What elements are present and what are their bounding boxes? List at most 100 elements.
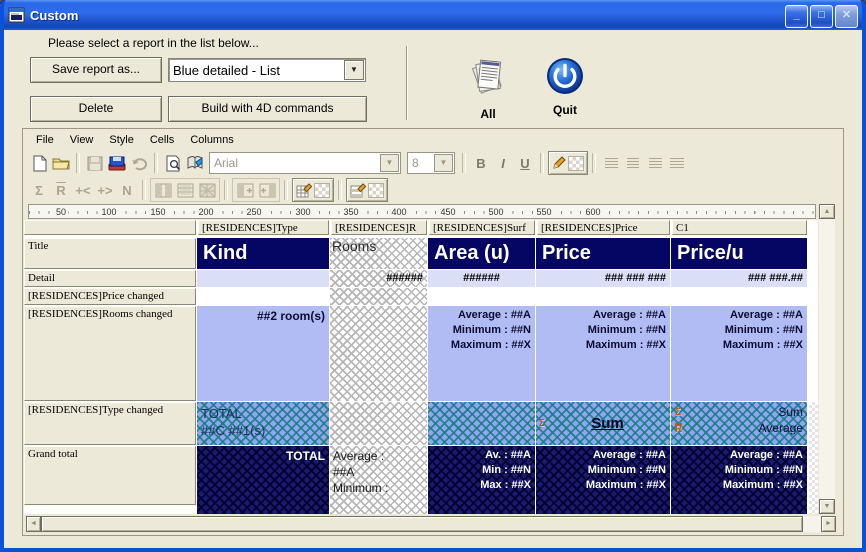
scroll-right-button[interactable]: ► <box>821 516 836 532</box>
cell-grand-total-surf[interactable]: Av. : ##A Min : ##N Max : ##X <box>428 446 535 514</box>
stat-line: Minimum : ##N <box>536 323 666 338</box>
column-header-type[interactable]: [RESIDENCES]Type <box>198 220 329 235</box>
row-label-price-changed[interactable]: [RESIDENCES]Price changed <box>24 288 196 305</box>
row-label-title[interactable]: Title <box>24 238 196 269</box>
report-select-arrow-icon[interactable]: ▼ <box>344 60 364 80</box>
stat-line: Maximum : ##X <box>671 478 803 493</box>
align-right-button[interactable] <box>644 153 666 173</box>
column-header-price[interactable]: [RESIDENCES]Price <box>537 220 670 235</box>
row-label-rooms-changed[interactable]: [RESIDENCES]Rooms changed <box>24 306 196 401</box>
align-justify-button[interactable] <box>666 153 688 173</box>
fill-pattern-icon[interactable] <box>196 180 218 200</box>
count-tool-icon[interactable]: N <box>116 180 138 200</box>
cell-type-changed-c1[interactable]: Σ Sum R Average <box>671 402 807 445</box>
column-format-icon[interactable] <box>152 180 174 200</box>
cell-detail-surf[interactable]: ###### <box>428 270 535 287</box>
cell-detail-type[interactable] <box>197 270 329 287</box>
cell-detail-c1[interactable]: ### ###.## <box>671 270 807 287</box>
minimize-button[interactable]: _ <box>785 5 808 28</box>
cell-title-rooms[interactable]: Rooms <box>330 238 427 269</box>
column-header-rooms[interactable]: [RESIDENCES]R <box>331 220 427 235</box>
cell-price-changed-price[interactable] <box>536 288 670 305</box>
save-to-library-icon[interactable] <box>106 153 128 173</box>
font-family-select[interactable]: Arial ▼ <box>209 152 401 174</box>
cell-type-changed-rooms[interactable] <box>330 402 427 445</box>
report-select[interactable]: Blue detailed - List ▼ <box>168 58 366 82</box>
column-header-c1[interactable]: C1 <box>672 220 807 235</box>
row-format-icon[interactable] <box>174 180 196 200</box>
horizontal-scrollbar[interactable]: ◄ ► <box>26 516 836 532</box>
align-left-button[interactable] <box>600 153 622 173</box>
save-report-icon[interactable] <box>84 153 106 173</box>
row-label-grand-total[interactable]: Grand total <box>24 446 196 505</box>
horizontal-scroll-thumb[interactable] <box>41 516 803 532</box>
menu-columns[interactable]: Columns <box>182 132 241 149</box>
cell-title-surf[interactable]: Area (u) <box>428 238 535 269</box>
open-report-icon[interactable] <box>50 153 72 173</box>
cell-grand-total-rooms[interactable]: Average : ##A Minimum : <box>330 446 427 514</box>
scroll-down-button[interactable]: ▼ <box>819 499 835 514</box>
cell-grand-total-c1[interactable]: Average : ##A Minimum : ##N Maximum : ##… <box>671 446 807 514</box>
maximize-button[interactable]: □ <box>810 5 833 28</box>
cell-type-changed-surf[interactable] <box>428 402 535 445</box>
font-size-arrow-icon[interactable]: ▼ <box>434 154 453 172</box>
cell-price-changed-surf[interactable] <box>428 288 535 305</box>
cell-background-color-button[interactable] <box>292 178 334 202</box>
window-icon[interactable] <box>8 7 25 23</box>
bold-button[interactable]: B <box>470 153 492 173</box>
menu-style[interactable]: Style <box>101 132 141 149</box>
align-center-button[interactable] <box>622 153 644 173</box>
row-label-type-changed[interactable]: [RESIDENCES]Type changed <box>24 402 196 445</box>
cell-grand-total-type[interactable]: TOTAL <box>197 446 329 514</box>
scroll-left-button[interactable]: ◄ <box>26 516 41 532</box>
delete-button[interactable]: Delete <box>30 96 162 122</box>
close-button[interactable]: ✕ <box>835 5 858 28</box>
column-header-surf[interactable]: [RESIDENCES]Surf <box>429 220 535 235</box>
insert-left-tool-icon[interactable]: +< <box>72 180 94 200</box>
cell-rooms-changed-rooms[interactable] <box>330 306 427 401</box>
insert-column-left-icon[interactable] <box>234 180 256 200</box>
wizard-book-icon[interactable] <box>184 153 206 173</box>
cell-rooms-changed-type[interactable]: ##2 room(s) <box>197 306 329 401</box>
underline-button[interactable]: U <box>514 153 536 173</box>
all-records-button[interactable]: All <box>462 54 514 121</box>
sum-tool-icon[interactable]: Σ <box>28 180 50 200</box>
insert-column-right-icon[interactable] <box>256 180 278 200</box>
build-with-4d-commands-button[interactable]: Build with 4D commands <box>168 96 367 122</box>
cell-rooms-changed-price[interactable]: Average : ##A Minimum : ##N Maximum : ##… <box>536 306 670 401</box>
font-family-arrow-icon[interactable]: ▼ <box>380 154 399 172</box>
cell-rooms-changed-c1[interactable]: Average : ##A Minimum : ##N Maximum : ##… <box>671 306 807 401</box>
save-report-as-button[interactable]: Save report as... <box>30 57 162 83</box>
cell-detail-price[interactable]: ### ### ### <box>536 270 670 287</box>
revert-report-icon[interactable] <box>128 153 150 173</box>
cell-price-changed-rooms[interactable] <box>330 288 427 305</box>
cell-price-changed-c1[interactable] <box>671 288 807 305</box>
print-preview-icon[interactable] <box>162 153 184 173</box>
quit-button[interactable]: Quit <box>540 56 590 117</box>
cell-type-changed-price[interactable]: Σ Sum <box>536 402 670 445</box>
vertical-scrollbar[interactable]: ▲ ▼ <box>819 204 835 514</box>
average-tool-icon[interactable]: R <box>50 180 72 200</box>
font-color-button[interactable] <box>548 151 588 175</box>
new-report-icon[interactable] <box>28 153 50 173</box>
insert-right-tool-icon[interactable]: +> <box>94 180 116 200</box>
cell-rooms-changed-surf[interactable]: Average : ##A Minimum : ##N Maximum : ##… <box>428 306 535 401</box>
cell-price-changed-type[interactable] <box>197 288 329 305</box>
alternate-row-color-button[interactable] <box>346 178 388 202</box>
font-size-select[interactable]: 8 ▼ <box>407 152 455 174</box>
cell-type-changed-type[interactable]: TOTAL ##C ##1(s) <box>197 402 329 445</box>
cell-title-c1[interactable]: Price/u <box>671 238 807 269</box>
menu-file[interactable]: File <box>28 132 62 149</box>
stat-line: Min : ##N <box>428 463 531 478</box>
cell-grand-total-price[interactable]: Average : ##A Minimum : ##N Maximum : ##… <box>536 446 670 514</box>
italic-button[interactable]: I <box>492 153 514 173</box>
menu-view[interactable]: View <box>62 132 102 149</box>
titlebar: Custom _ □ ✕ <box>0 0 866 30</box>
cell-detail-rooms[interactable]: ###### <box>330 270 427 287</box>
cell-title-price[interactable]: Price <box>536 238 670 269</box>
cell-title-type[interactable]: Kind <box>197 238 329 269</box>
corner-header-cell[interactable] <box>24 220 196 235</box>
scroll-up-button[interactable]: ▲ <box>819 204 835 219</box>
row-label-detail[interactable]: Detail <box>24 270 196 287</box>
menu-cells[interactable]: Cells <box>142 132 182 149</box>
